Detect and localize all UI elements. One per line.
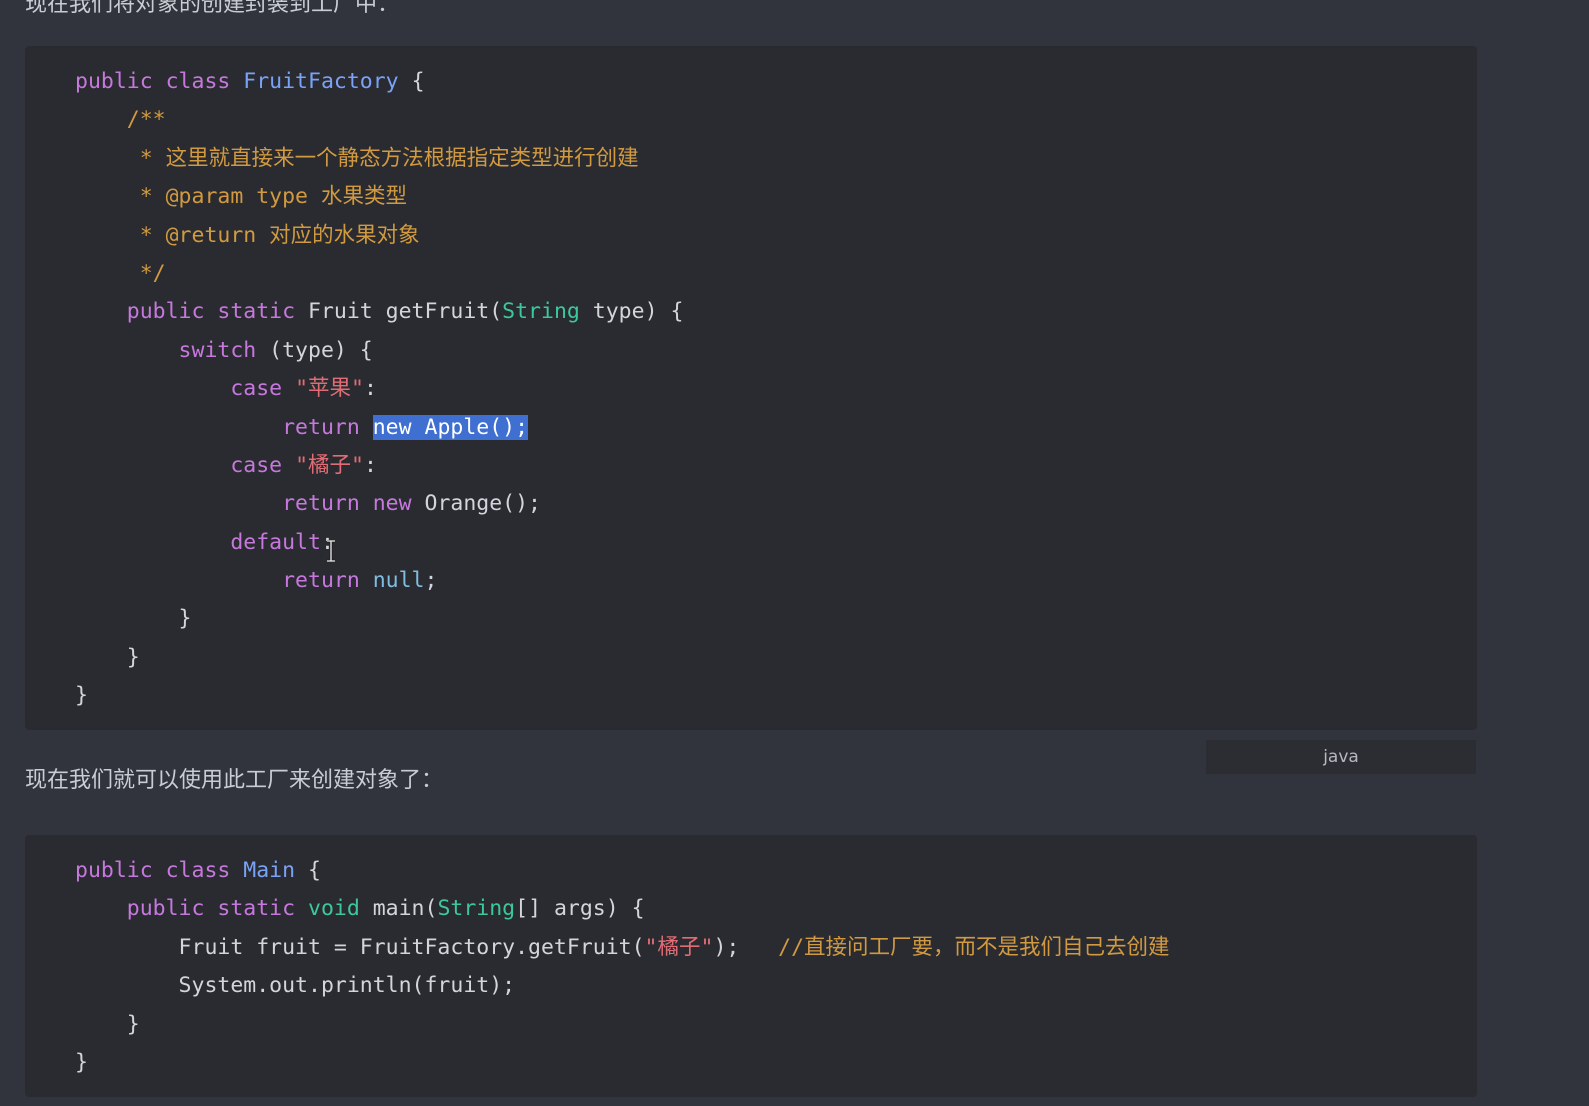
code-line[interactable]: }: [75, 677, 683, 715]
code-line[interactable]: */: [75, 255, 683, 293]
code-line[interactable]: case "苹果":: [75, 370, 683, 408]
code-line[interactable]: public static Fruit getFruit(String type…: [75, 293, 684, 331]
code-token: public class: [75, 858, 244, 883]
code-token: case: [75, 376, 296, 402]
code-token: public static: [75, 896, 308, 922]
code-token: public class: [75, 69, 244, 94]
code-line[interactable]: default:: [75, 524, 683, 562]
code-token: }: [75, 1011, 140, 1037]
code-token: }: [75, 683, 88, 709]
code-lines[interactable]: public class FruitFactory { /** * 这里就直接来…: [75, 63, 683, 716]
code-line[interactable]: return new Orange();: [75, 485, 683, 523]
code-token: {: [295, 858, 321, 883]
code-token: Orange();: [424, 491, 542, 517]
code-token: main(: [359, 896, 438, 922]
code-line[interactable]: return null;: [75, 562, 683, 600]
code-lines[interactable]: public class Main { public static void m…: [75, 852, 1170, 1082]
code-token: :: [363, 452, 377, 478]
code-token: }: [75, 644, 140, 670]
language-label: java: [1206, 740, 1476, 774]
code-token: case: [75, 452, 296, 478]
paragraph-text: 现在我们就可以使用此工厂来创建对象了：: [25, 768, 444, 793]
code-token: System.out.println(fruit);: [75, 973, 516, 999]
code-token: }: [75, 1049, 88, 1075]
code-token: Fruit fruit = FruitFactory.getFruit(: [75, 934, 645, 960]
code-line[interactable]: public class FruitFactory {: [75, 63, 683, 101]
code-line[interactable]: /**: [75, 101, 683, 139]
code-line[interactable]: return new Apple();: [75, 409, 683, 447]
code-token: );: [713, 934, 779, 960]
code-line[interactable]: }: [75, 1044, 1170, 1082]
code-token: Fruit getFruit(: [308, 299, 503, 325]
code-block-main[interactable]: public class Main { public static void m…: [25, 835, 1477, 1097]
text-cursor-icon: [327, 540, 335, 562]
code-line[interactable]: * @return 对应的水果对象: [75, 217, 683, 255]
code-token: type) {: [579, 299, 684, 325]
code-token: :: [363, 376, 377, 402]
code-token: [] args) {: [515, 896, 645, 922]
code-line[interactable]: }: [75, 600, 683, 638]
code-token: "橘子": [644, 934, 714, 960]
code-line[interactable]: public class Main {: [75, 852, 1170, 890]
code-token: null: [372, 568, 425, 594]
code-line[interactable]: case "橘子":: [75, 447, 683, 485]
code-token: Main: [243, 858, 296, 883]
code-token: */: [75, 260, 166, 286]
code-line[interactable]: }: [75, 639, 683, 677]
code-line[interactable]: }: [75, 1006, 1170, 1044]
code-line[interactable]: public static void main(String[] args) {: [75, 890, 1170, 928]
code-token: (type) {: [256, 337, 373, 363]
code-token: void: [308, 896, 360, 922]
code-token: //直接问工厂要，而不是我们自己去创建: [778, 934, 1170, 960]
code-token: String: [502, 299, 580, 325]
code-token: FruitFactory: [243, 69, 399, 94]
code-line[interactable]: Fruit fruit = FruitFactory.getFruit("橘子"…: [75, 929, 1170, 967]
code-line[interactable]: switch (type) {: [75, 332, 683, 370]
code-token: String: [437, 896, 516, 922]
code-token: * @return 对应的水果对象: [75, 222, 420, 248]
code-token: return new: [75, 491, 425, 517]
code-token: "橘子": [295, 452, 364, 478]
code-token: "苹果": [295, 376, 364, 402]
code-token: return: [75, 414, 373, 440]
code-token: {: [398, 69, 425, 94]
code-token: public static: [75, 299, 308, 325]
code-token: switch: [75, 337, 257, 363]
previous-paragraph-text: 现在我们将对象的创建封装到工厂中：: [25, 0, 400, 17]
code-token: * 这里就直接来一个静态方法根据指定类型进行创建: [75, 145, 639, 171]
code-token: /**: [75, 107, 166, 133]
code-token: ;: [424, 568, 438, 594]
code-block-fruit-factory[interactable]: public class FruitFactory { /** * 这里就直接来…: [25, 46, 1477, 730]
selected-code-token: new Apple();: [372, 414, 529, 440]
code-token: * @param type 水果类型: [75, 184, 407, 210]
code-line[interactable]: System.out.println(fruit);: [75, 967, 1170, 1005]
code-line[interactable]: * @param type 水果类型: [75, 178, 683, 216]
code-token: }: [75, 606, 192, 632]
code-token: return: [75, 568, 373, 594]
code-line[interactable]: * 这里就直接来一个静态方法根据指定类型进行创建: [75, 140, 683, 178]
code-token: default: [75, 529, 321, 555]
